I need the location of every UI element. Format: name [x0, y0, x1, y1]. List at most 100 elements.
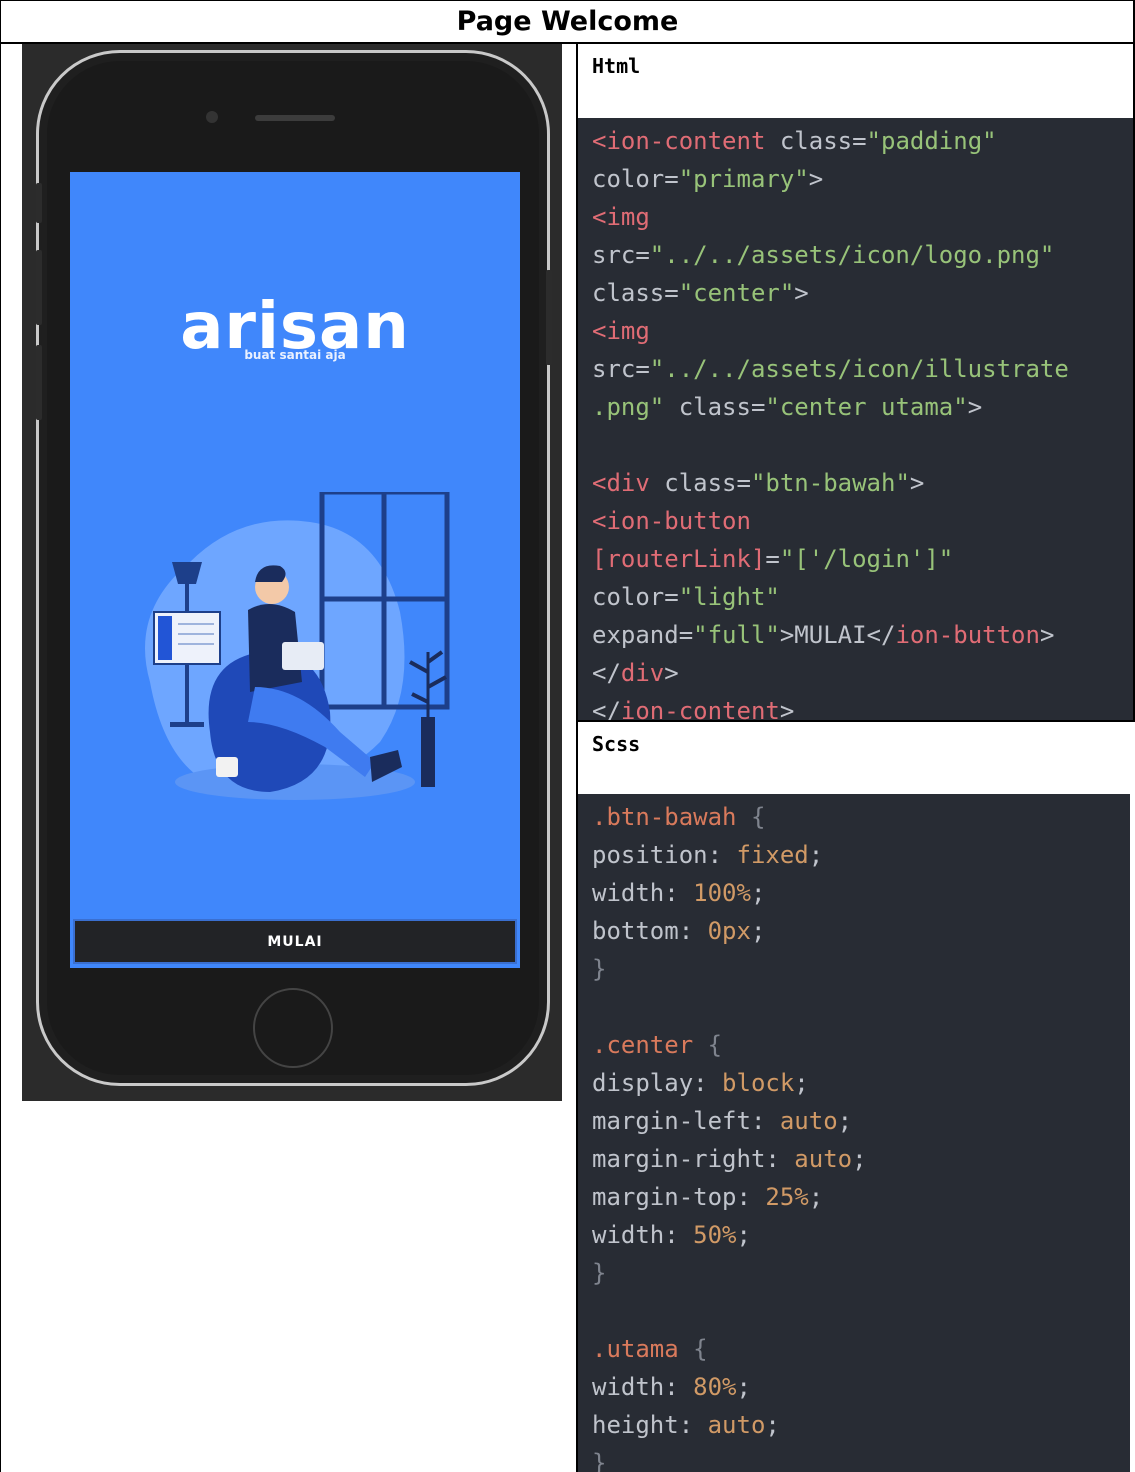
- code-token: src=: [592, 355, 650, 383]
- code-token: "btn-bawah": [750, 469, 910, 497]
- code-token: auto: [794, 1145, 853, 1173]
- code-token: }: [592, 955, 607, 983]
- code-token: >: [1039, 621, 1055, 649]
- camera-icon: [206, 111, 218, 123]
- code-token: "../../assets/icon/illustrate: [649, 355, 1069, 383]
- code-token: "light": [678, 583, 780, 611]
- phone-screen: arisan buat santai aja MULAI: [70, 172, 520, 968]
- code-line: .btn-bawah {: [592, 798, 1130, 836]
- code-line: <ion-content class="padding": [592, 122, 1133, 160]
- code-token: 25%: [765, 1183, 809, 1211]
- code-token: width:: [592, 1221, 694, 1249]
- code-token: class=: [779, 127, 867, 155]
- code-token: 80%: [693, 1373, 737, 1401]
- scss-code-block: .btn-bawah {position: fixed; width: 100%;…: [578, 794, 1130, 1472]
- code-line: width: 100%;: [592, 874, 1130, 912]
- code-token: "padding": [866, 127, 997, 155]
- code-line: </div>: [592, 654, 1133, 692]
- code-line: color="light": [592, 578, 1133, 616]
- code-token: }: [592, 1449, 607, 1472]
- code-line: class="center">: [592, 274, 1133, 312]
- code-token: <img: [592, 317, 650, 345]
- code-token: ;: [794, 1069, 809, 1097]
- code-token: {: [707, 1031, 723, 1059]
- code-line: expand="full">MULAI</ion-button>: [592, 616, 1133, 654]
- code-token: margin-left:: [592, 1107, 780, 1135]
- code-token: ;: [852, 1145, 867, 1173]
- app-tagline: buat santai aja: [244, 348, 346, 362]
- code-token: display:: [592, 1069, 723, 1097]
- code-token: auto: [707, 1411, 766, 1439]
- code-token: ;: [736, 1373, 751, 1401]
- code-token: ;: [837, 1107, 853, 1135]
- code-token: [routerLink]: [592, 545, 766, 573]
- code-token: width:: [592, 879, 694, 907]
- code-token: .utama: [592, 1335, 694, 1363]
- code-token: <img: [592, 203, 650, 231]
- code-token: expand=: [592, 621, 694, 649]
- code-line: display: block;: [592, 1064, 1130, 1102]
- home-button[interactable]: [253, 988, 333, 1068]
- code-line: .center {: [592, 1026, 1130, 1064]
- phone-side-button: [36, 183, 42, 223]
- code-token: margin-top:: [592, 1183, 766, 1211]
- code-token: >: [664, 659, 679, 687]
- code-line: }: [592, 1444, 1130, 1472]
- code-line: [routerLink]="['/login']": [592, 540, 1133, 578]
- code-token: fixed: [736, 841, 809, 869]
- code-line: <ion-button: [592, 502, 1133, 540]
- code-token: block: [722, 1069, 795, 1097]
- code-token: .png": [592, 393, 665, 421]
- code-line: position: fixed;: [592, 836, 1130, 874]
- code-token: color=: [592, 165, 679, 193]
- code-token: div: [620, 659, 665, 687]
- code-line: width: 80%;: [592, 1368, 1130, 1406]
- scss-section-label: Scss: [592, 732, 641, 756]
- code-line: .utama {: [592, 1330, 1130, 1368]
- code-line: }: [592, 1254, 1130, 1292]
- code-token: }: [592, 1259, 607, 1287]
- code-token: height:: [592, 1411, 708, 1439]
- speaker-grille: [255, 115, 335, 121]
- code-line: <img: [592, 198, 1133, 236]
- relaxing-person-illustration: [145, 492, 450, 800]
- mulai-button[interactable]: MULAI: [73, 919, 517, 964]
- code-token: <div: [592, 469, 665, 497]
- code-line: width: 50%;: [592, 1216, 1130, 1254]
- code-token: class=: [664, 393, 766, 421]
- code-token: "../../assets/icon/logo.png": [649, 241, 1055, 269]
- code-token: ion-content: [620, 697, 780, 720]
- code-token: >: [808, 165, 824, 193]
- code-line: margin-right: auto;: [592, 1140, 1130, 1178]
- code-line: src="../../assets/icon/illustrate: [592, 350, 1133, 388]
- code-token: =: [765, 545, 780, 573]
- code-token: 100%: [693, 879, 751, 907]
- code-line: <div class="btn-bawah">: [592, 464, 1133, 502]
- code-token: ;: [808, 841, 824, 869]
- code-token: >: [967, 393, 983, 421]
- code-token: ion-button: [895, 621, 1040, 649]
- code-token: "center utama": [765, 393, 968, 421]
- code-token: "['/login']": [779, 545, 954, 573]
- code-token: width:: [592, 1373, 694, 1401]
- code-token: ;: [808, 1183, 824, 1211]
- code-token: {: [693, 1335, 708, 1363]
- code-line: height: auto;: [592, 1406, 1130, 1444]
- code-line: margin-left: auto;: [592, 1102, 1130, 1140]
- code-token: ;: [765, 1411, 780, 1439]
- code-token: ;: [750, 917, 766, 945]
- phone-side-button: [36, 345, 42, 420]
- code-line: src="../../assets/icon/logo.png": [592, 236, 1133, 274]
- code-token: "full": [693, 621, 780, 649]
- code-token: ;: [750, 879, 766, 907]
- html-section-label: Html: [592, 54, 641, 78]
- code-token: >MULAI</: [779, 621, 896, 649]
- code-token: .center: [592, 1031, 708, 1059]
- code-token: 50%: [693, 1221, 737, 1249]
- code-token: >: [779, 697, 795, 720]
- code-line: }: [592, 950, 1130, 988]
- code-line: <img: [592, 312, 1133, 350]
